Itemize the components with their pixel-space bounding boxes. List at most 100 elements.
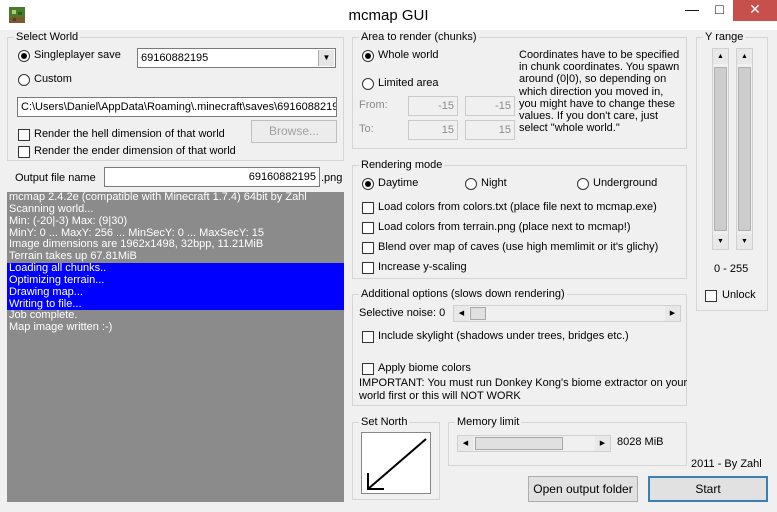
singleplayer-label: Singleplayer save <box>34 49 121 61</box>
custom-radio[interactable] <box>18 74 30 86</box>
ender-dimension-label: Render the ender dimension of that world <box>34 145 236 157</box>
help-line: Coordinates have to be specified <box>519 49 680 61</box>
y-range-label: 0 - 255 <box>714 263 749 275</box>
rendering-mode-group: Rendering mode Daytime Night Underground… <box>352 158 687 279</box>
rendering-mode-title: Rendering mode <box>359 158 445 172</box>
log-line: Min: (-20|-3) Max: (9|30) <box>9 214 128 227</box>
biome-colors-label: Apply biome colors <box>378 362 471 374</box>
custom-label: Custom <box>34 73 72 85</box>
select-world-group: Select World Singleplayer save 691608821… <box>7 30 344 161</box>
save-select-value: 69160882195 <box>141 52 209 64</box>
maximize-button[interactable]: □ <box>706 0 733 21</box>
hell-dimension-label: Render the hell dimension of that world <box>34 128 225 140</box>
log-line: Optimizing terrain... <box>7 274 344 287</box>
set-north-group: Set North <box>352 415 440 500</box>
singleplayer-radio[interactable] <box>18 50 30 62</box>
selective-noise-slider[interactable]: ◀ ▶ <box>453 305 681 322</box>
minimize-button[interactable]: — <box>678 0 706 21</box>
app-window: mcmap GUI — □ ✕ Select World Singleplaye… <box>0 0 777 512</box>
chevron-down-icon[interactable]: ▼ <box>318 50 334 66</box>
area-group: Area to render (chunks) Whole world Limi… <box>352 30 687 149</box>
night-label: Night <box>481 177 507 189</box>
from-x-input[interactable]: -15 <box>408 96 458 116</box>
help-line: which direction you moved in, <box>519 85 664 98</box>
from-z-input[interactable]: -15 <box>465 96 515 116</box>
from-label: From: <box>359 99 388 111</box>
memory-limit-slider[interactable]: ◀ ▶ <box>457 435 611 452</box>
noise-left-icon[interactable]: ◀ <box>454 306 469 321</box>
y-max-thumb[interactable] <box>738 67 751 231</box>
help-line: around (0|0), so depending on <box>519 73 667 86</box>
load-colors-checkbox[interactable] <box>362 202 374 214</box>
night-radio[interactable] <box>465 178 477 190</box>
y-min-up-icon[interactable]: ▲ <box>713 49 728 64</box>
close-button[interactable]: ✕ <box>733 0 777 21</box>
to-z-input[interactable]: 15 <box>465 120 515 140</box>
blend-caves-checkbox[interactable] <box>362 242 374 254</box>
window-title: mcmap GUI <box>348 7 429 24</box>
noise-thumb[interactable] <box>470 307 486 320</box>
blend-caves-label: Blend over map of caves (use high memlim… <box>378 241 659 253</box>
title-bar: mcmap GUI — □ ✕ <box>0 0 777 30</box>
y-range-title: Y range <box>703 30 746 44</box>
memory-left-icon[interactable]: ◀ <box>458 436 473 451</box>
north-arrow-icon <box>367 438 427 490</box>
warning-line: world first or this will NOT WORK <box>359 390 521 402</box>
biome-warning-text: IMPORTANT: You must run Donkey Kong's bi… <box>359 377 687 403</box>
y-scaling-label: Increase y-scaling <box>378 261 467 273</box>
credit-text: 2011 - By Zahl <box>691 458 762 470</box>
underground-label: Underground <box>593 177 658 189</box>
set-north-button[interactable] <box>361 432 431 494</box>
select-world-title: Select World <box>14 30 81 44</box>
output-extension: .png <box>321 172 343 184</box>
y-min-thumb[interactable] <box>714 67 727 231</box>
output-file-label: Output file name <box>15 172 96 184</box>
skylight-checkbox[interactable] <box>362 331 374 343</box>
y-scaling-checkbox[interactable] <box>362 262 374 274</box>
help-line: in chunk coordinates. You spawn <box>519 61 680 74</box>
unlock-checkbox[interactable] <box>705 290 717 302</box>
underground-radio[interactable] <box>577 178 589 190</box>
additional-options-title: Additional options (slows down rendering… <box>359 287 567 301</box>
memory-value-label: 8028 MiB <box>617 436 664 448</box>
area-title: Area to render (chunks) <box>359 30 479 44</box>
log-line: Drawing map... <box>7 286 344 299</box>
y-min-scrollbar[interactable]: ▲ ▼ <box>712 48 729 250</box>
log-line: Scanning world... <box>9 202 94 215</box>
warning-line: IMPORTANT: You must run Donkey Kong's bi… <box>359 377 688 389</box>
help-line: values. If you don't care, just <box>519 110 659 123</box>
limited-area-radio[interactable] <box>362 78 374 90</box>
memory-limit-group: Memory limit ◀ ▶ 8028 MiB <box>448 415 687 466</box>
y-max-down-icon[interactable]: ▼ <box>737 234 752 249</box>
help-line: you might have to change these <box>519 97 675 110</box>
ender-dimension-checkbox[interactable] <box>18 146 30 158</box>
to-label: To: <box>359 123 374 135</box>
hell-dimension-checkbox[interactable] <box>18 129 30 141</box>
noise-right-icon[interactable]: ▶ <box>665 306 680 321</box>
world-path-input[interactable]: C:\Users\Daniel\AppData\Roaming\.minecra… <box>17 97 337 117</box>
set-north-title: Set North <box>359 415 410 429</box>
biome-colors-checkbox[interactable] <box>362 363 374 375</box>
area-help-text: Coordinates have to be specified in chunk… <box>519 49 679 134</box>
to-x-input[interactable]: 15 <box>408 120 458 140</box>
whole-world-label: Whole world <box>378 49 439 61</box>
load-terrain-checkbox[interactable] <box>362 222 374 234</box>
load-colors-label: Load colors from colors.txt (place file … <box>378 201 657 213</box>
y-range-group: Y range ▲ ▼ ▲ ▼ 0 - 255 Unlock <box>696 30 768 311</box>
whole-world-radio[interactable] <box>362 50 374 62</box>
y-max-scrollbar[interactable]: ▲ ▼ <box>736 48 753 250</box>
save-select[interactable]: 69160882195 ▼ <box>137 48 336 68</box>
help-line: select "whole world." <box>519 122 620 135</box>
memory-thumb[interactable] <box>475 437 563 450</box>
memory-right-icon[interactable]: ▶ <box>595 436 610 451</box>
open-output-folder-button[interactable]: Open output folder <box>528 476 638 502</box>
browse-button[interactable]: Browse... <box>251 120 337 143</box>
y-max-up-icon[interactable]: ▲ <box>737 49 752 64</box>
y-min-down-icon[interactable]: ▼ <box>713 234 728 249</box>
log-line: Map image written :-) <box>9 321 113 334</box>
daytime-radio[interactable] <box>362 178 374 190</box>
output-file-input[interactable]: 69160882195 <box>104 167 320 187</box>
client-area: Select World Singleplayer save 691608821… <box>0 30 777 512</box>
additional-options-group: Additional options (slows down rendering… <box>352 287 687 406</box>
start-button[interactable]: Start <box>648 476 768 502</box>
